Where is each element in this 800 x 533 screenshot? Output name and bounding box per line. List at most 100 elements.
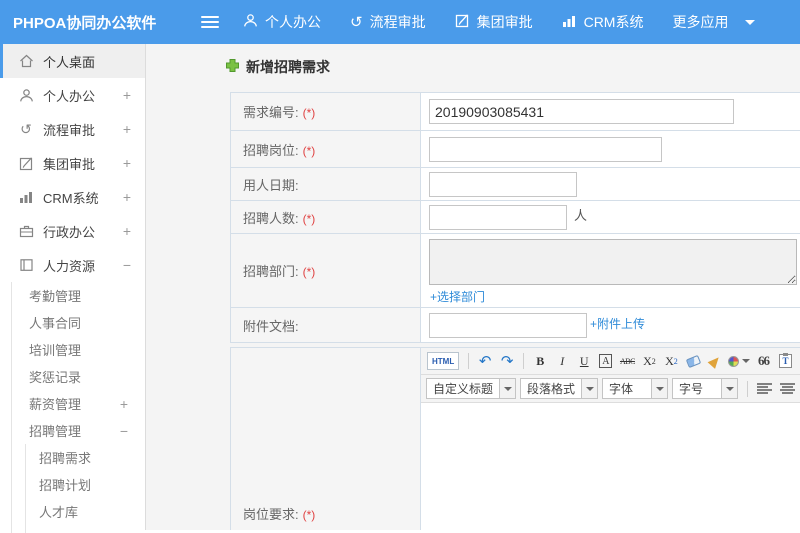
sidebar-item-recruit-mgmt[interactable]: 招聘管理 − [12,417,145,444]
nav-more-apps[interactable]: 更多应用 [672,12,728,32]
field-label: 用人日期: [243,178,299,193]
topbar: PHPOA协同办公软件 个人办公 ↺ 流程审批 集团审批 CRM系统 更 [0,0,800,44]
sidebar-item-hr[interactable]: 人力资源 − [0,248,145,282]
process-loop-icon: ↺ [18,122,34,136]
sup-num: 2 [652,357,656,366]
department-textarea[interactable] [429,239,797,285]
sidebar-item-label: 招聘计划 [39,475,91,494]
paste-text-button[interactable]: T [776,351,794,371]
expand-icon[interactable]: + [123,87,131,103]
toolbar-separator [747,381,748,397]
home-icon [18,54,34,68]
chevron-down-icon [499,379,515,398]
form-row-demand-no: 需求编号:(*) [231,93,800,131]
sidebar-item-recruit-demand[interactable]: 招聘需求 [26,444,145,471]
headcount-input[interactable] [429,205,567,230]
expand-icon[interactable]: + [123,223,131,239]
sidebar-item-process-approval[interactable]: ↺ 流程审批 + [0,112,145,146]
format-brush-button[interactable] [706,351,724,371]
sidebar-item-label: 个人办公 [43,86,123,105]
chevron-down-icon[interactable] [745,20,755,25]
nav-label: CRM系统 [584,12,644,32]
nav-crm-system[interactable]: CRM系统 [562,12,644,32]
rich-text-editor: HTML ↶ ↷ B I U A ABC X2 [421,348,800,530]
editor-content-area[interactable] [421,403,800,530]
sidebar-item-rewards[interactable]: 奖惩记录 [12,363,145,390]
collapse-icon[interactable]: − [120,423,128,439]
required-mark: (*) [303,212,316,226]
position-input[interactable] [429,137,662,162]
superscript-button[interactable]: X2 [640,351,658,371]
sidebar-item-talent-pool[interactable]: 人才库 [26,498,145,525]
nav-personal-office[interactable]: 个人办公 [243,12,321,32]
sidebar-item-group-approval[interactable]: 集团审批 + [0,146,145,180]
form-row-job-requirement: 岗位要求:(*) HTML ↶ ↷ B I U A ABC [231,348,800,531]
sub-num: 2 [674,357,678,366]
sidebar-item-training[interactable]: 培训管理 [12,336,145,363]
font-size-select[interactable]: 字号 [672,378,738,399]
hr-submenu: 考勤管理 人事合同 培训管理 奖惩记录 薪资管理 + 招聘管理 − 招聘需求 招… [11,282,145,533]
sidebar-item-admin-office[interactable]: 行政办公 + [0,214,145,248]
eraser-button[interactable] [684,351,702,371]
hire-date-input[interactable] [429,172,577,197]
demand-no-input[interactable] [429,99,734,124]
add-plus-icon [225,58,240,76]
html-source-button[interactable]: HTML [427,352,459,370]
sidebar-item-crm[interactable]: CRM系统 + [0,180,145,214]
subscript-button[interactable]: X2 [662,351,680,371]
italic-button[interactable]: I [553,351,571,371]
hamburger-menu-icon[interactable] [201,13,219,31]
chevron-down-icon [742,359,750,363]
person-icon [18,88,34,103]
sidebar-item-label: 人才库 [39,502,78,521]
nav-label: 集团审批 [477,12,533,32]
sidebar-item-label: 个人桌面 [43,52,131,71]
form-row-attachment: 附件文档: +附件上传 [231,308,800,343]
char-border-button[interactable]: A [599,354,612,368]
sidebar-item-attendance[interactable]: 考勤管理 [12,282,145,309]
sidebar-item-label: 招聘需求 [39,448,91,467]
attachment-input[interactable] [429,313,587,338]
strikethrough-button[interactable]: ABC [618,351,636,371]
clipboard-icon: T [779,354,792,368]
select-department-link[interactable]: +选择部门 [430,288,485,305]
undo-button[interactable]: ↶ [476,351,494,371]
expand-icon[interactable]: + [120,396,128,412]
chevron-down-icon [721,379,737,398]
field-label: 招聘人数: [243,211,299,226]
select-value: 字号 [673,380,721,397]
expand-icon[interactable]: + [123,155,131,171]
briefcase-icon [18,224,34,238]
nav-process-approval[interactable]: ↺ 流程审批 [350,12,426,32]
color-palette-button[interactable] [728,351,750,371]
font-family-select[interactable]: 字体 [602,378,668,399]
sidebar-item-label: 招聘管理 [29,421,120,440]
sidebar-item-label: 培训管理 [29,340,128,359]
form-row-department: 招聘部门:(*) +选择部门 [231,234,800,308]
chevron-down-icon [651,379,667,398]
recruit-submenu: 招聘需求 招聘计划 人才库 [25,444,145,533]
redo-button[interactable]: ↷ [498,351,516,371]
nav-group-approval[interactable]: 集团审批 [455,12,533,32]
sidebar-item-hr-contract[interactable]: 人事合同 [12,309,145,336]
align-left-icon[interactable] [757,382,772,395]
custom-heading-select[interactable]: 自定义标题 [426,378,516,399]
expand-icon[interactable]: + [123,121,131,137]
page-title: 新增招聘需求 [225,57,800,77]
sup-base: X [643,354,652,369]
sidebar-item-recruit-plan[interactable]: 招聘计划 [26,471,145,498]
sidebar-item-personal-office[interactable]: 个人办公 + [0,78,145,112]
sidebar: 个人桌面 个人办公 + ↺ 流程审批 + 集团审批 + CRM系统 + 行政办公… [0,44,146,530]
underline-button[interactable]: U [575,351,593,371]
collapse-icon[interactable]: − [123,257,131,273]
sidebar-item-salary[interactable]: 薪资管理 + [12,390,145,417]
align-center-icon[interactable] [780,382,795,395]
sidebar-item-label: 奖惩记录 [29,367,128,386]
paragraph-format-select[interactable]: 段落格式 [520,378,598,399]
bold-button[interactable]: B [531,351,549,371]
sidebar-item-desktop[interactable]: 个人桌面 [0,44,145,78]
blockquote-button[interactable]: 66 [754,351,772,371]
expand-icon[interactable]: + [123,189,131,205]
bar-chart-icon [562,14,577,31]
attachment-upload-link[interactable]: +附件上传 [590,317,645,331]
